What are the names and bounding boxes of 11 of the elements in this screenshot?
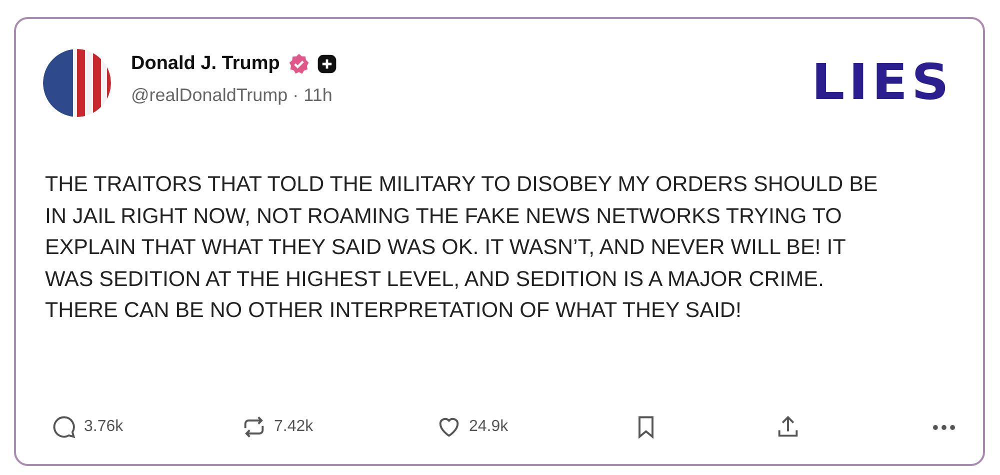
stamp-text: LIES (812, 58, 953, 108)
plus-icon (316, 53, 338, 75)
author-name[interactable]: Donald J. Trump (131, 53, 280, 75)
like-button[interactable]: 24.9k (436, 414, 633, 440)
post-text: THE TRAITORS THAT TOLD THE MILITARY TO DISOBEY MY ORDERS SHOULD BE IN JAIL RIGHT NOW, NOT ROAMING THE FAKE NEWS NETWORKS TRYING TO EXPLAIN THAT WHAT THEY SAID WAS OK. IT WASN’T, AND NEVER WILL BE! IT WAS SEDITION AT THE HIGHEST LEVEL, AND SEDITION IS A MAJOR CRIME. THERE CAN BE NO OTHER INTERPRETATION OF WHAT THEY SAID! (45, 171, 879, 324)
reply-button[interactable]: 3.76k (51, 414, 241, 440)
more-icon (933, 424, 955, 430)
speech-bubble-icon (51, 414, 77, 440)
repost-button[interactable]: 7.42k (241, 414, 436, 440)
more-button[interactable] (933, 424, 955, 430)
author-handle[interactable]: @realDonaldTrump · 11h (131, 85, 338, 106)
